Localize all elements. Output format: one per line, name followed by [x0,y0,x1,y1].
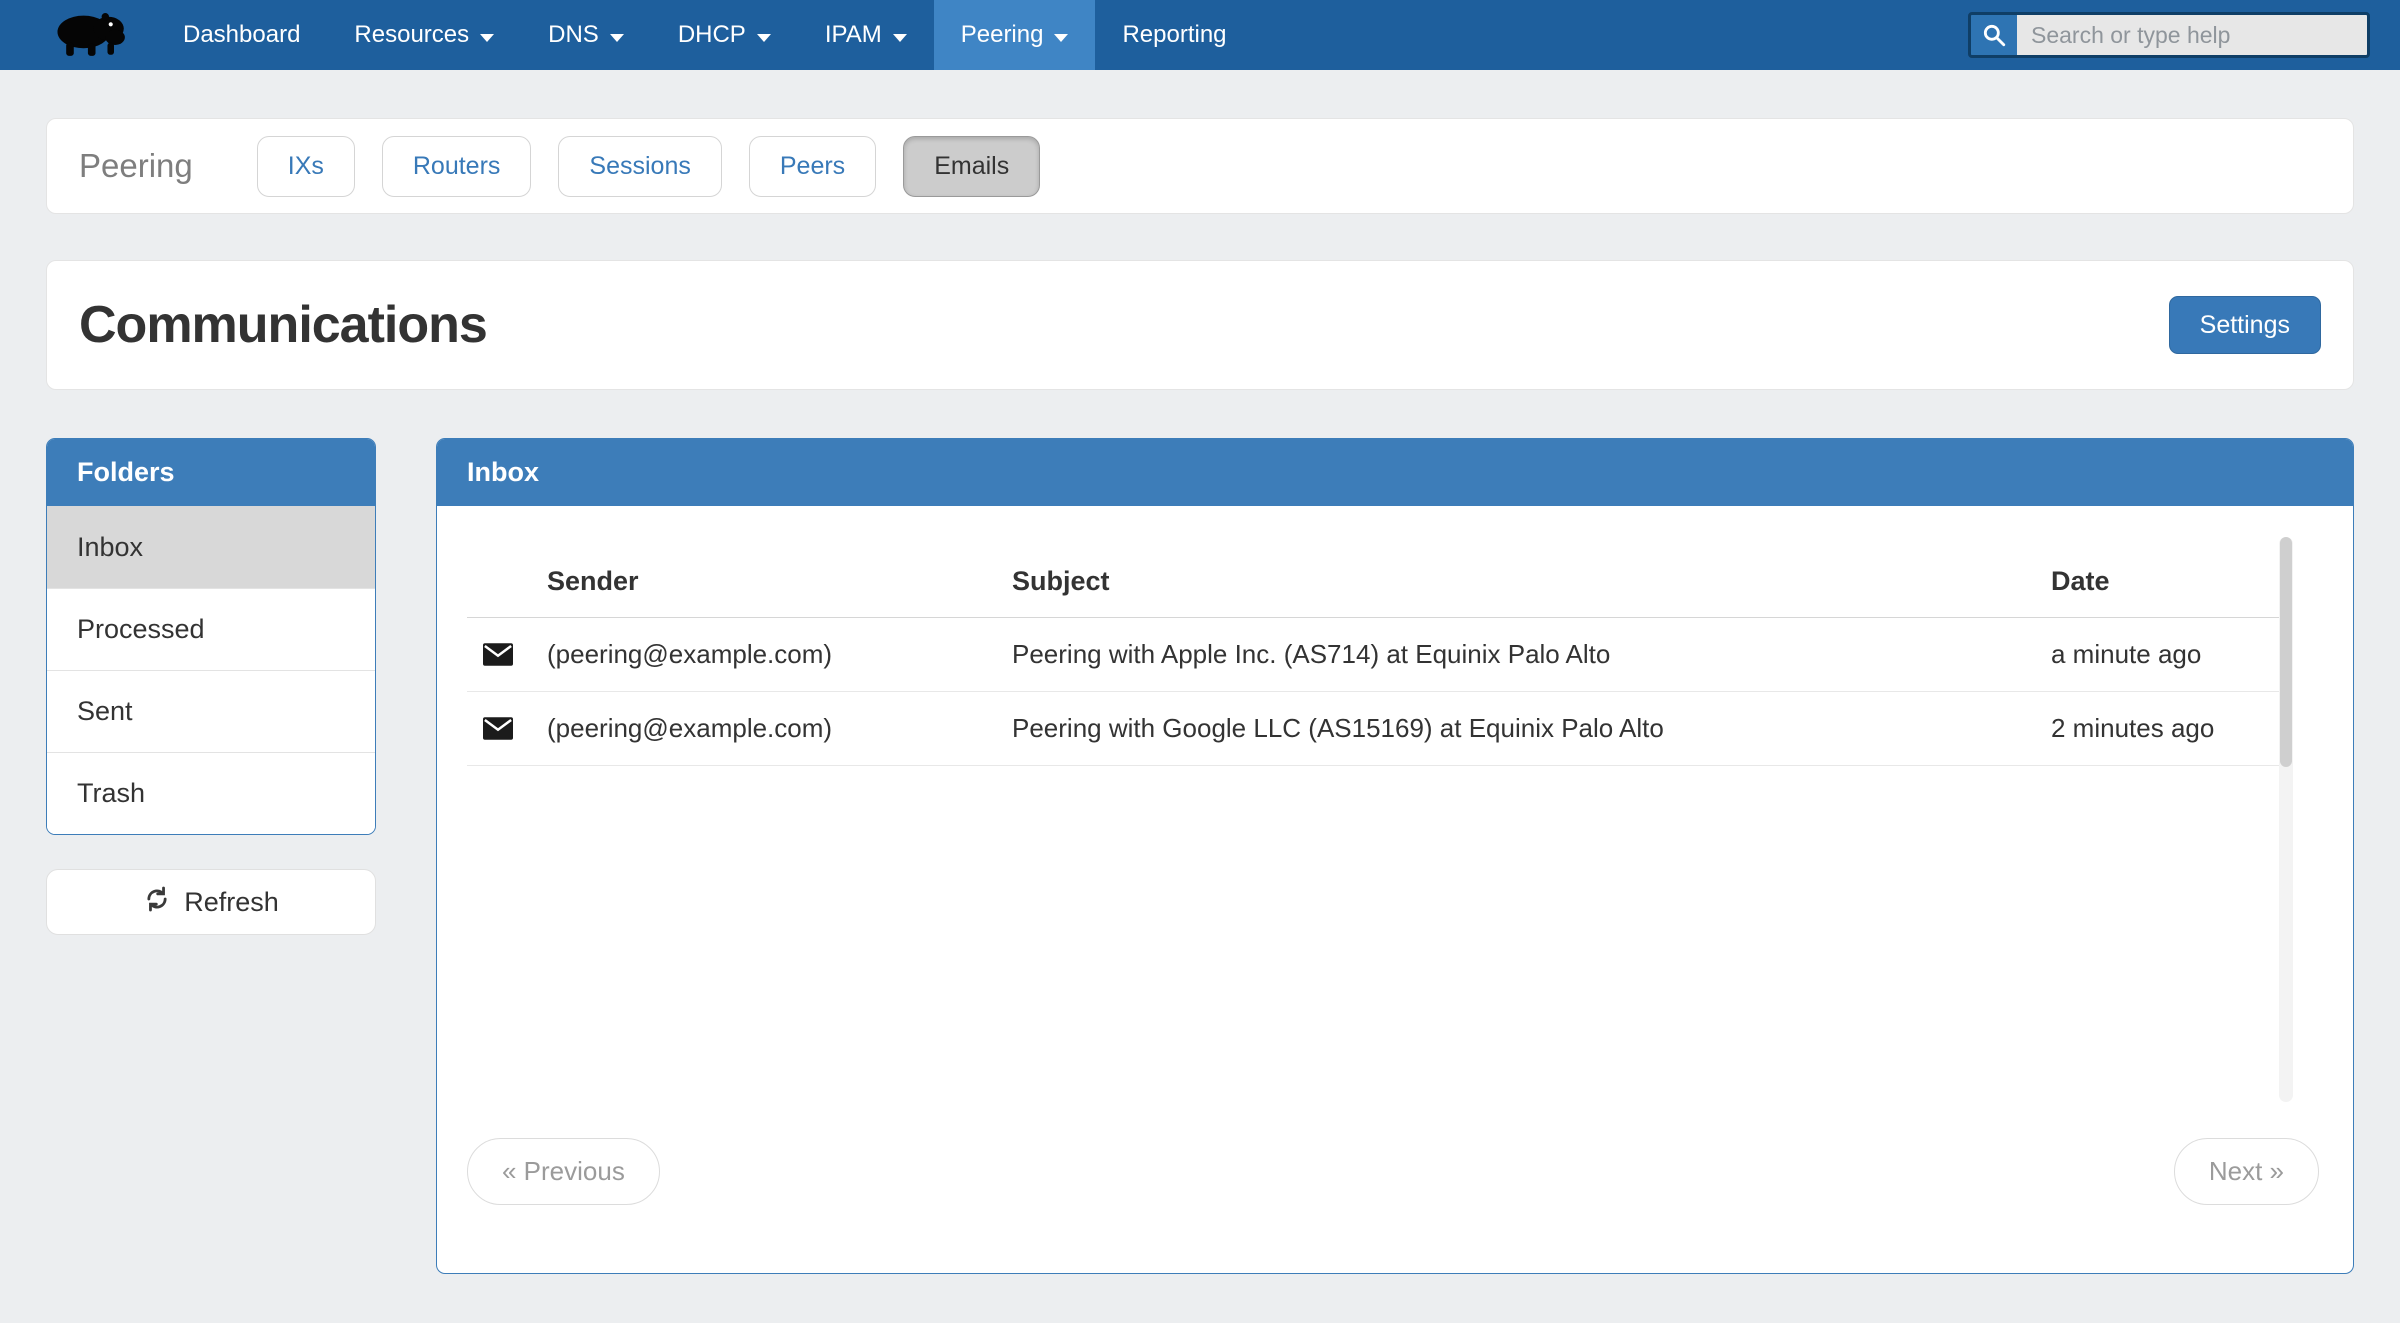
folder-item-sent[interactable]: Sent [47,670,375,752]
mail-table-header: Sender Subject Date [467,552,2283,618]
folders-panel: Folders Inbox Processed Sent Trash [46,438,376,835]
settings-button[interactable]: Settings [2169,296,2321,354]
row-subject: Peering with Google LLC (AS15169) at Equ… [1012,713,2051,744]
nav-item-peering[interactable]: Peering [934,0,1096,70]
table-row[interactable]: (peering@example.com) Peering with Apple… [467,618,2283,692]
app-logo[interactable] [0,0,156,70]
chevron-down-icon [893,34,907,42]
folder-item-inbox[interactable]: Inbox [47,506,375,588]
folder-item-processed[interactable]: Processed [47,588,375,670]
mail-table: Sender Subject Date (peering@example.com… [467,552,2283,766]
row-date: a minute ago [2051,639,2283,670]
nav-label: Peering [961,21,1044,49]
peering-subnav: Peering IXs Routers Sessions Peers Email… [46,118,2354,214]
tab-ixs[interactable]: IXs [257,136,355,197]
next-page-button[interactable]: Next » [2174,1138,2319,1205]
hippo-logo-icon [50,8,128,63]
chevron-down-icon [757,34,771,42]
scrollbar-thumb[interactable] [2280,537,2292,767]
nav-item-ipam[interactable]: IPAM [798,0,934,70]
page-title: Communications [79,295,487,355]
content-area: Folders Inbox Processed Sent Trash [46,438,2354,1274]
nav-item-dns[interactable]: DNS [521,0,651,70]
nav-item-dashboard[interactable]: Dashboard [156,0,327,70]
table-row[interactable]: (peering@example.com) Peering with Googl… [467,692,2283,766]
scrollbar[interactable] [2279,537,2293,1102]
folder-label: Sent [77,696,133,727]
search-icon[interactable] [1971,15,2017,55]
chevron-down-icon [610,34,624,42]
inbox-panel: Inbox Sender Subject Date (peering@examp… [436,438,2354,1274]
tab-routers[interactable]: Routers [382,136,532,197]
nav-label: IPAM [825,21,882,49]
folders-panel-header: Folders [47,439,375,506]
previous-page-button[interactable]: « Previous [467,1138,660,1205]
folder-item-trash[interactable]: Trash [47,752,375,834]
inbox-panel-header: Inbox [437,439,2353,506]
tab-peers[interactable]: Peers [749,136,876,197]
folder-label: Inbox [77,532,143,563]
nav-label: Reporting [1122,21,1226,49]
nav-item-dhcp[interactable]: DHCP [651,0,798,70]
communications-header: Communications Settings [46,260,2354,390]
nav-label: Resources [354,21,469,49]
global-search [1968,12,2370,58]
nav-label: DNS [548,21,599,49]
search-input[interactable] [2017,15,2367,55]
folder-label: Processed [77,614,205,645]
tab-sessions[interactable]: Sessions [558,136,721,197]
row-date: 2 minutes ago [2051,713,2283,744]
row-subject: Peering with Apple Inc. (AS714) at Equin… [1012,639,2051,670]
refresh-button[interactable]: Refresh [46,869,376,935]
column-header-date: Date [2051,566,2283,597]
nav-label: DHCP [678,21,746,49]
refresh-label: Refresh [184,887,279,918]
envelope-icon [467,717,547,740]
envelope-icon [467,643,547,666]
row-sender: (peering@example.com) [547,639,1012,670]
nav-label: Dashboard [183,21,300,49]
left-column: Folders Inbox Processed Sent Trash [46,438,376,935]
folder-label: Trash [77,778,145,809]
subnav-title: Peering [79,147,193,185]
top-navbar: Dashboard Resources DNS DHCP IPAM Peerin… [0,0,2400,70]
nav-item-reporting[interactable]: Reporting [1095,0,1253,70]
column-header-subject: Subject [1012,566,2051,597]
column-header-sender: Sender [547,566,1012,597]
chevron-down-icon [480,34,494,42]
chevron-down-icon [1054,34,1068,42]
refresh-icon [143,885,171,920]
nav-item-resources[interactable]: Resources [327,0,521,70]
row-sender: (peering@example.com) [547,713,1012,744]
main-navigation: Dashboard Resources DNS DHCP IPAM Peerin… [156,0,1254,70]
tab-emails[interactable]: Emails [903,136,1040,197]
